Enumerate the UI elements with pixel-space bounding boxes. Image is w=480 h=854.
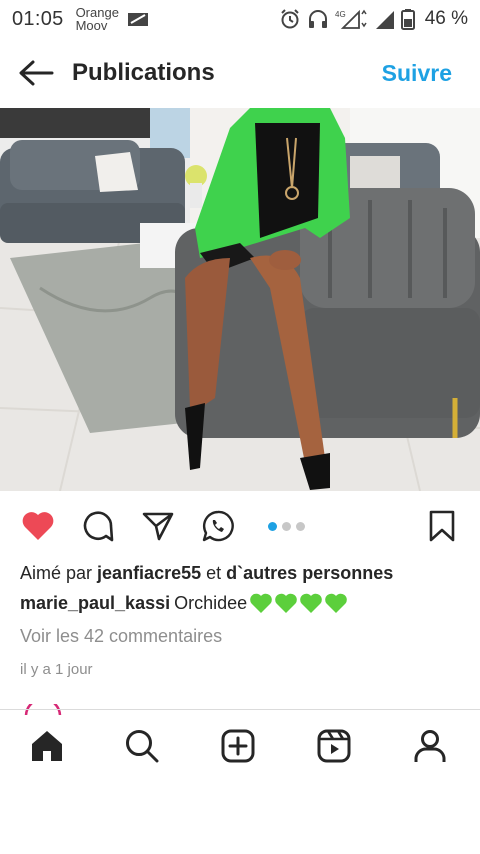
carousel-dot bbox=[296, 522, 305, 531]
status-right: 4G 46 % bbox=[279, 0, 468, 38]
like-button[interactable] bbox=[20, 508, 56, 544]
bookmark-icon bbox=[429, 510, 455, 542]
carousel-dot bbox=[282, 522, 291, 531]
nav-home[interactable] bbox=[27, 726, 67, 766]
post-photo-illustration bbox=[0, 108, 480, 491]
view-comments-link[interactable]: Voir les 42 commentaires bbox=[20, 626, 222, 647]
status-time: 01:05 bbox=[12, 7, 64, 30]
nav-profile[interactable] bbox=[410, 726, 450, 766]
add-post-icon bbox=[221, 729, 255, 763]
likes-prefix: Aimé par bbox=[20, 563, 93, 583]
share-button[interactable] bbox=[140, 508, 176, 544]
status-bar: 01:05 Orange Moov 4G 46 % bbox=[0, 0, 480, 38]
send-icon bbox=[142, 512, 174, 541]
caption-text: Orchidee bbox=[174, 592, 248, 613]
green-heart-icon bbox=[300, 593, 322, 613]
signal-icon bbox=[375, 11, 394, 29]
nav-create[interactable] bbox=[218, 726, 258, 766]
caption-emojis bbox=[249, 592, 348, 614]
battery-icon bbox=[400, 9, 415, 30]
caption-username[interactable]: marie_paul_kassi bbox=[20, 593, 170, 614]
comment-button[interactable] bbox=[80, 508, 116, 544]
likes-middle: et bbox=[206, 563, 222, 583]
comment-icon bbox=[83, 511, 114, 542]
battery-level: 46 % bbox=[424, 8, 468, 29]
home-icon bbox=[32, 731, 62, 761]
likes-summary[interactable]: Aimé par jeanfiacre55 et d`autres person… bbox=[20, 563, 393, 584]
green-heart-icon bbox=[275, 593, 297, 613]
post-caption: marie_paul_kassi Orchidee bbox=[20, 592, 348, 614]
liked-by-user[interactable]: jeanfiacre55 bbox=[97, 563, 201, 583]
post-image[interactable] bbox=[0, 108, 480, 491]
reels-icon bbox=[317, 729, 351, 763]
header: Publications Suivre bbox=[0, 42, 480, 104]
page-title: Publications bbox=[72, 59, 215, 86]
network-type: 4G bbox=[335, 10, 346, 19]
green-heart-icon bbox=[325, 593, 347, 613]
nav-divider bbox=[0, 709, 480, 710]
arrow-left-icon bbox=[19, 60, 54, 86]
search-icon bbox=[126, 730, 159, 763]
nav-reels[interactable] bbox=[314, 726, 354, 766]
liked-by-others[interactable]: d`autres personnes bbox=[226, 563, 393, 583]
post-timestamp: il y a 1 jour bbox=[20, 661, 93, 678]
whatsapp-icon bbox=[202, 510, 234, 542]
post-actions bbox=[0, 500, 480, 552]
save-button[interactable] bbox=[424, 508, 460, 544]
whatsapp-share-button[interactable] bbox=[200, 508, 236, 544]
back-button[interactable] bbox=[0, 42, 72, 104]
sim-icon bbox=[127, 13, 148, 26]
nav-search[interactable] bbox=[122, 726, 162, 766]
profile-icon bbox=[414, 730, 446, 762]
signal-4g-icon: 4G bbox=[335, 9, 367, 29]
carousel-indicator bbox=[268, 522, 305, 531]
green-heart-icon bbox=[250, 593, 272, 613]
alarm-icon bbox=[280, 9, 299, 29]
headphones-icon bbox=[308, 10, 327, 28]
carrier-line-2: Moov bbox=[75, 18, 108, 33]
bottom-nav bbox=[0, 712, 480, 778]
carousel-dot bbox=[268, 522, 277, 531]
follow-button[interactable]: Suivre bbox=[382, 60, 452, 87]
heart-icon bbox=[22, 512, 54, 540]
carrier-label: Orange Moov bbox=[76, 6, 119, 32]
